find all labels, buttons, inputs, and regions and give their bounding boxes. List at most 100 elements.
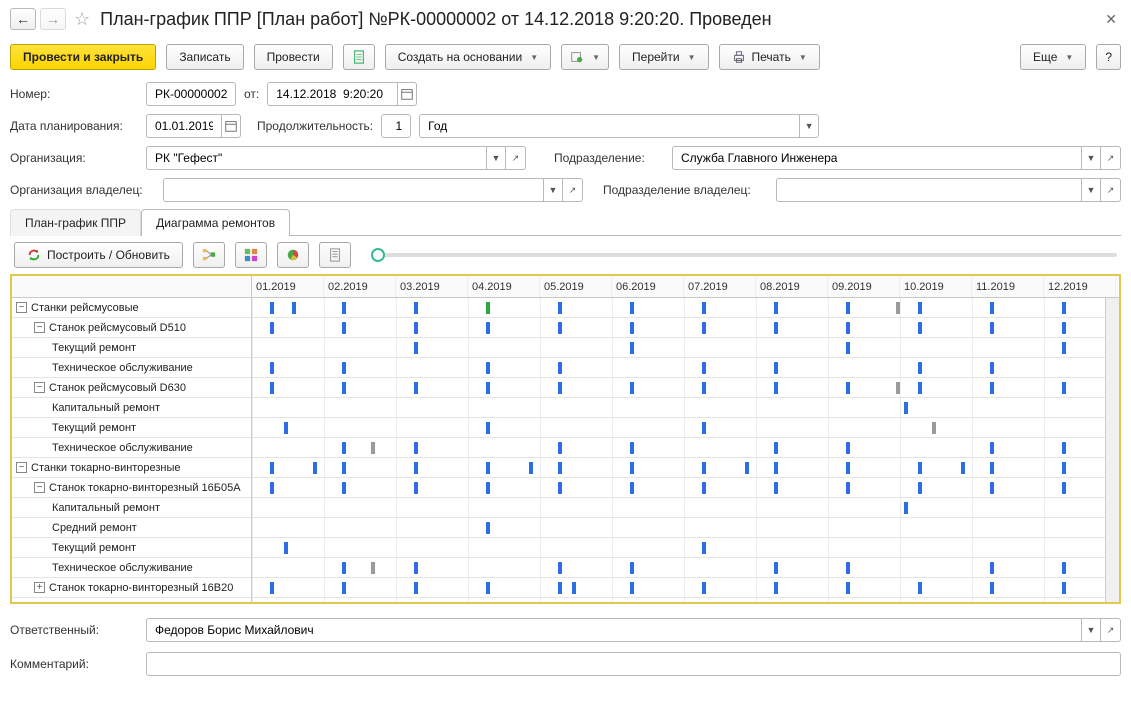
calendar-button[interactable] — [397, 82, 417, 106]
tree-row[interactable]: −Станок рейсмусовый D510 — [12, 318, 251, 338]
gantt-bar[interactable] — [284, 542, 288, 554]
gantt-bar[interactable] — [486, 462, 490, 474]
calendar-button[interactable] — [221, 114, 241, 138]
gantt-bar[interactable] — [342, 362, 346, 374]
gantt-bar[interactable] — [558, 362, 562, 374]
grid-view-button[interactable] — [235, 242, 267, 268]
gantt-bar[interactable] — [1062, 482, 1066, 494]
gantt-bar[interactable] — [292, 302, 296, 314]
gantt-bar[interactable] — [630, 442, 634, 454]
gantt-bar[interactable] — [846, 582, 850, 594]
gantt-bar[interactable] — [745, 462, 749, 474]
tree-row[interactable]: Текущий ремонт — [12, 418, 251, 438]
gantt-bar[interactable] — [702, 422, 706, 434]
gantt-bar[interactable] — [414, 382, 418, 394]
gantt-bar[interactable] — [990, 482, 994, 494]
org-input[interactable] — [153, 150, 480, 166]
gantt-bar[interactable] — [932, 422, 936, 434]
more-button[interactable]: Еще▼ — [1020, 44, 1086, 70]
document-icon-button[interactable] — [343, 44, 375, 70]
gantt-bar[interactable] — [846, 482, 850, 494]
favorite-star-icon[interactable]: ☆ — [74, 9, 90, 30]
gantt-bar[interactable] — [630, 462, 634, 474]
gantt-bar[interactable] — [558, 562, 562, 574]
post-and-close-button[interactable]: Провести и закрыть — [10, 44, 156, 70]
help-button[interactable]: ? — [1096, 44, 1121, 70]
close-button[interactable]: ✕ — [1101, 11, 1121, 28]
tree-row[interactable]: Техническое обслуживание — [12, 438, 251, 458]
zoom-slider[interactable] — [371, 253, 1117, 257]
gantt-bar[interactable] — [774, 362, 778, 374]
gantt-bar[interactable] — [371, 442, 375, 454]
forward-button[interactable]: → — [40, 8, 66, 30]
gantt-bar[interactable] — [774, 322, 778, 334]
report-button[interactable] — [319, 242, 351, 268]
collapse-icon[interactable]: − — [34, 382, 45, 393]
gantt-bar[interactable] — [990, 382, 994, 394]
open-button[interactable]: ↗ — [1101, 178, 1121, 202]
gantt-bar[interactable] — [896, 382, 900, 394]
dropdown-button[interactable]: ▼ — [543, 178, 563, 202]
gantt-bar[interactable] — [270, 462, 274, 474]
gantt-bar[interactable] — [774, 562, 778, 574]
tree-row[interactable]: +Станок токарно-винторезный 16В20 — [12, 578, 251, 598]
dept-input[interactable] — [679, 150, 1075, 166]
collapse-icon[interactable]: − — [16, 462, 27, 473]
dept-owner-input[interactable] — [783, 182, 1075, 198]
gantt-bar[interactable] — [774, 462, 778, 474]
gantt-bar[interactable] — [486, 362, 490, 374]
gantt-bar[interactable] — [630, 382, 634, 394]
vertical-scrollbar[interactable] — [1105, 298, 1119, 602]
gantt-bar[interactable] — [630, 342, 634, 354]
duration-input[interactable] — [388, 118, 404, 134]
gantt-bar[interactable] — [1062, 342, 1066, 354]
gantt-bar[interactable] — [342, 322, 346, 334]
gantt-bar[interactable] — [774, 302, 778, 314]
gantt-bar[interactable] — [702, 462, 706, 474]
dropdown-button[interactable]: ▼ — [486, 146, 506, 170]
open-button[interactable]: ↗ — [1101, 146, 1121, 170]
gantt-bar[interactable] — [270, 482, 274, 494]
tree-row[interactable]: Капитальный ремонт — [12, 498, 251, 518]
number-input[interactable] — [153, 86, 229, 102]
gantt-bar[interactable] — [904, 502, 908, 514]
gantt-bar[interactable] — [961, 462, 965, 474]
gantt-bar[interactable] — [270, 362, 274, 374]
open-button[interactable]: ↗ — [563, 178, 583, 202]
gantt-bar[interactable] — [270, 302, 274, 314]
gantt-bar[interactable] — [846, 562, 850, 574]
gantt-bar[interactable] — [284, 422, 288, 434]
print-button[interactable]: Печать▼ — [719, 44, 820, 70]
slider-thumb[interactable] — [371, 248, 385, 262]
tree-row[interactable]: Капитальный ремонт — [12, 398, 251, 418]
gantt-bar[interactable] — [486, 482, 490, 494]
gantt-bar[interactable] — [414, 482, 418, 494]
tree-row[interactable]: −Станки токарно-винторезные — [12, 458, 251, 478]
gantt-bar[interactable] — [990, 322, 994, 334]
gantt-bar[interactable] — [774, 482, 778, 494]
dropdown-button[interactable]: ▼ — [799, 114, 819, 138]
dropdown-button[interactable]: ▼ — [1081, 146, 1101, 170]
gantt-bar[interactable] — [414, 562, 418, 574]
tree-row[interactable]: −Станок рейсмусовый D630 — [12, 378, 251, 398]
gantt-bar[interactable] — [774, 582, 778, 594]
gantt-bar[interactable] — [990, 442, 994, 454]
gantt-bar[interactable] — [846, 442, 850, 454]
gantt-bar[interactable] — [702, 302, 706, 314]
gantt-bar[interactable] — [630, 302, 634, 314]
gantt-bar[interactable] — [1062, 382, 1066, 394]
org-owner-input[interactable] — [170, 182, 537, 198]
tab-plan[interactable]: План-график ППР — [10, 209, 141, 236]
gantt-bar[interactable] — [702, 382, 706, 394]
tab-diagram[interactable]: Диаграмма ремонтов — [141, 209, 290, 236]
open-button[interactable]: ↗ — [506, 146, 526, 170]
gantt-bar[interactable] — [414, 322, 418, 334]
gantt-bar[interactable] — [990, 302, 994, 314]
duration-unit-select[interactable] — [426, 118, 793, 134]
attachment-button[interactable]: ▼ — [561, 44, 609, 70]
gantt-bar[interactable] — [702, 482, 706, 494]
gantt-bar[interactable] — [342, 442, 346, 454]
gantt-bar[interactable] — [414, 302, 418, 314]
goto-button[interactable]: Перейти▼ — [619, 44, 708, 70]
gantt-bar[interactable] — [918, 462, 922, 474]
